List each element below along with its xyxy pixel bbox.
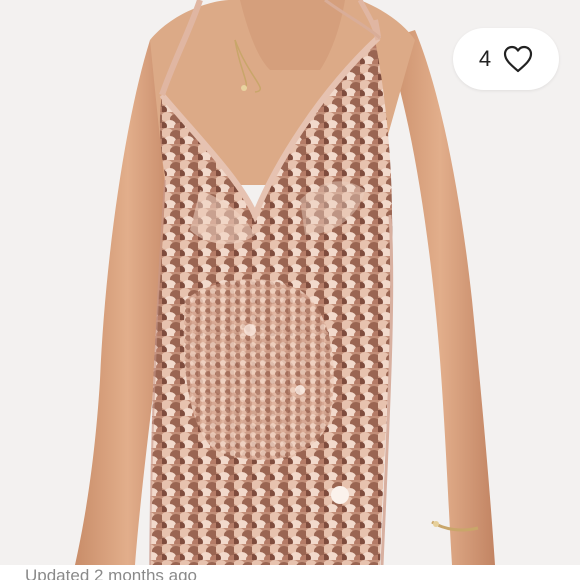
listing-card: 4 Updated 2 months ago xyxy=(0,0,580,580)
updated-timestamp: Updated 2 months ago xyxy=(25,566,198,580)
heart-outline-icon xyxy=(504,45,533,73)
like-button[interactable]: 4 xyxy=(453,28,559,90)
like-count: 4 xyxy=(478,46,492,71)
